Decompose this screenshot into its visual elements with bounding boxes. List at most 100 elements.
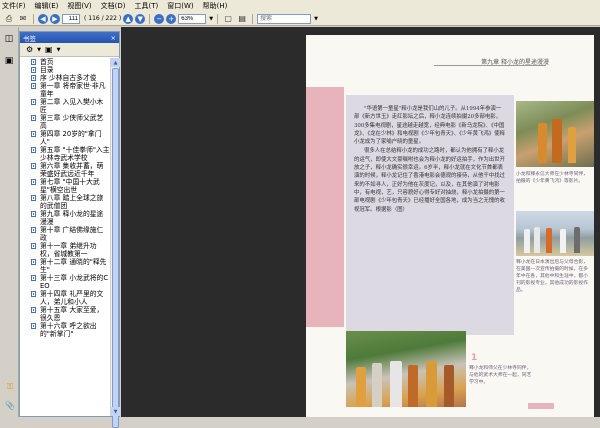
toolbar-divider — [33, 13, 34, 24]
bookmark-page-icon — [31, 243, 36, 249]
back-icon[interactable]: ◀ — [38, 13, 48, 24]
photo-crowd — [346, 331, 466, 407]
menu-bar: 文件(F) 编辑(E) 视图(V) 文档(D) 工具(T) 窗口(W) 帮助(H… — [0, 0, 600, 12]
paragraph: "华语第一童星"释小龙是我们山的儿子。从1994年参演一部《新方世玉》走红影坛之… — [354, 106, 505, 146]
bookmark-item[interactable]: 第八章 踏上全球之旅的武僧团 — [20, 194, 111, 210]
print-icon[interactable]: ⎙ — [3, 13, 15, 24]
zoom-out-icon[interactable]: − — [154, 13, 165, 24]
search-input[interactable] — [257, 13, 312, 24]
navigation-bar: ◫ ▣ ⚿ 📎 — [0, 27, 19, 417]
menu-view[interactable]: 视图(V) — [67, 1, 91, 11]
bookmark-item[interactable]: 第六章 集收并蓄，萌荣盛好武远近千年 — [20, 162, 111, 178]
bookmark-label: 第一章 将帝家世·非凡童年 — [40, 82, 106, 98]
photo-caption: 小龙和释永信大师在少林寺同伴，拍摄的《少年黄飞鸿》等影片。 — [516, 172, 588, 184]
bookmarks-panel: 书签 × ⚙ ▼ ▣ ▼ 首页 目录序 少林自古多才俊 第一章 将帝家世·非凡童年第… — [19, 31, 120, 428]
panel-header: 书签 × — [20, 32, 119, 43]
pages-icon[interactable]: ◫ — [3, 33, 15, 45]
bookmark-item[interactable]: 第十六章 呼之欲出的"新掌门" — [20, 322, 111, 338]
scrollbar-thumb[interactable] — [112, 68, 119, 428]
bookmark-label: 首页 — [40, 58, 54, 66]
bookmark-page-icon — [31, 291, 36, 297]
prev-page-icon[interactable]: ▲ — [123, 13, 134, 24]
document-viewer[interactable]: 第九章 释小龙的星途漫漫 "华语第一童星"释小龙是我们山的儿子。从1994年参演… — [121, 27, 600, 417]
bookmark-item[interactable]: 目录 — [20, 66, 111, 74]
paragraph: 很多人在总结释小龙的成功之路时，都认为他拥有了释小龙的运气，即使大文豪嘱咐也会为… — [354, 148, 505, 213]
save-icon[interactable]: ▢ — [222, 13, 234, 24]
attachment-icon[interactable]: 📎 — [4, 399, 16, 411]
bookmark-label: 第六章 集收并蓄，萌荣盛好武远近千年 — [40, 162, 104, 178]
bookmark-label: 第十章 广结佛缘施仁政 — [40, 226, 104, 242]
bookmark-label: 第十四章 礼严里的文人，弟儿和小人 — [40, 290, 104, 306]
decorative-band — [306, 87, 344, 327]
next-page-icon[interactable]: ▼ — [135, 13, 146, 24]
scroll-up-icon[interactable]: ▲ — [111, 58, 120, 67]
bookmark-label: 第十二章 通晓的"释先生" — [40, 258, 107, 274]
bookmark-label: 第四章 20岁的"拿门人" — [40, 130, 102, 146]
menu-file[interactable]: 文件(F) — [2, 1, 26, 11]
bookmark-item[interactable]: 第十五章 大家至爱，很久恩 — [20, 306, 111, 322]
zoom-in-icon[interactable]: + — [166, 13, 177, 24]
chevron-down-icon[interactable]: ▼ — [209, 16, 213, 22]
bookmark-page-icon — [31, 275, 36, 281]
bookmark-page-icon — [31, 211, 36, 217]
chevron-down-icon[interactable]: ▼ — [37, 47, 41, 53]
header-rule — [434, 65, 546, 66]
email-icon[interactable]: ✉ — [17, 13, 29, 24]
photo-monks — [516, 101, 594, 167]
key-icon[interactable]: ⚿ — [4, 381, 16, 393]
bookmark-item[interactable]: 第四章 20岁的"拿门人" — [20, 130, 111, 146]
scroll-down-icon[interactable]: ▼ — [111, 407, 120, 416]
caption-number: 1 — [471, 353, 478, 363]
bookmark-page-icon — [31, 195, 36, 201]
bookmark-page-icon — [31, 75, 36, 81]
toolbar: ⎙ ✉ ◀ ▶ ( 116 / 222 ) ▲ ▼ − + ▼ ▢ ▤ ▼ — [0, 12, 600, 26]
bookmark-item[interactable]: 第二章 入见入樊小木匠 — [20, 98, 111, 114]
bookmark-label: 第十三章 小龙武将的CEO — [40, 274, 109, 290]
bookmark-label: 第八章 踏上全球之旅的武僧团 — [40, 194, 104, 210]
bookmark-label: 序 少林自古多才俊 — [40, 74, 97, 82]
options-icon[interactable]: ⚙ — [26, 45, 33, 54]
bookmark-item[interactable]: 第七章 "中国十大武星"横空出世 — [20, 178, 111, 194]
chevron-down-icon[interactable]: ▼ — [57, 47, 61, 53]
zoom-input[interactable] — [178, 13, 207, 24]
bookmark-label: 第九章 释小龙的星途漫漫 — [40, 210, 104, 226]
bookmark-item[interactable]: 首页 — [20, 58, 111, 66]
bookmark-page-icon — [31, 179, 36, 185]
menu-document[interactable]: 文档(D) — [101, 1, 126, 11]
bookmark-label: 第七章 "中国十大武星"横空出世 — [40, 178, 100, 194]
menu-tools[interactable]: 工具(T) — [135, 1, 159, 11]
bookmark-item[interactable]: 第十二章 通晓的"释先生" — [20, 258, 111, 274]
bookmark-list: 首页 目录序 少林自古多才俊 第一章 将帝家世·非凡童年 第二章 入见入樊小木匠 第三章… — [20, 58, 111, 416]
expand-icon[interactable]: ▣ — [45, 45, 53, 54]
chevron-down-icon[interactable]: ▼ — [314, 16, 318, 22]
bookmark-page-icon — [31, 99, 36, 105]
bookmark-item[interactable]: 第十三章 小龙武将的CEO — [20, 274, 111, 290]
bookmark-label: 第十五章 大家至爱，很久恩 — [40, 306, 104, 322]
bookmark-page-icon — [31, 115, 36, 121]
bookmark-page-icon — [31, 147, 36, 153]
bookmark-item[interactable]: 序 少林自古多才俊 — [20, 74, 111, 82]
page-number-input[interactable] — [62, 13, 80, 24]
bookmark-item[interactable]: 第十一章 弟继升功权，省城教第一 — [20, 242, 111, 258]
bookmark-item[interactable]: 第九章 释小龙的星途漫漫 — [20, 210, 111, 226]
bookmark-item[interactable]: 第十四章 礼严里的文人，弟儿和小人 — [20, 290, 111, 306]
bookmark-item[interactable]: 第五章 "十佳拳师"入主少林寺武术学校 — [20, 146, 111, 162]
bookmark-item[interactable]: 第一章 将帝家世·非凡童年 — [20, 82, 111, 98]
close-icon[interactable]: × — [111, 34, 116, 42]
bookmark-label: 第十一章 弟继升功权，省城教第一 — [40, 242, 97, 258]
toolbar-divider — [217, 13, 219, 24]
menu-edit[interactable]: 编辑(E) — [35, 1, 59, 11]
menu-window[interactable]: 窗口(W) — [167, 1, 193, 11]
bookmark-page-icon — [31, 227, 36, 233]
forward-icon[interactable]: ▶ — [50, 13, 60, 24]
page-number-tab — [528, 403, 554, 409]
fit-page-icon[interactable]: ▤ — [236, 13, 248, 24]
bookmark-page-icon — [31, 323, 36, 329]
bookmark-item[interactable]: 第三章 少侠师父武艺高 — [20, 114, 111, 130]
bookmark-icon[interactable]: ▣ — [3, 55, 15, 67]
bookmark-item[interactable]: 第十章 广结佛缘施仁政 — [20, 226, 111, 242]
bookmark-label: 第五章 "十佳拳师"入主少林寺武术学校 — [40, 146, 110, 162]
text-block: "华语第一童星"释小龙是我们山的儿子。从1994年参演一部《新方世玉》走红影坛之… — [346, 95, 514, 335]
scrollbar[interactable]: ▲ ▼ — [110, 58, 120, 428]
menu-help[interactable]: 帮助(H) — [203, 1, 228, 11]
